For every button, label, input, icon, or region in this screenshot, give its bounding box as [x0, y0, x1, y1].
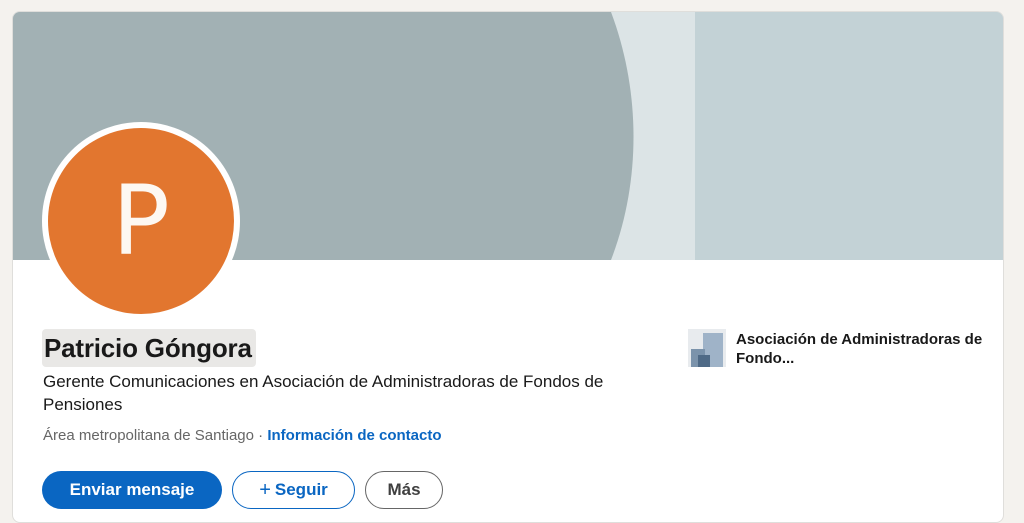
- company-logo-icon: [688, 329, 726, 367]
- more-button[interactable]: Más: [365, 471, 443, 509]
- profile-location: Área metropolitana de Santiago: [43, 427, 254, 444]
- contact-info-link[interactable]: Información de contacto: [267, 427, 441, 444]
- profile-name: Patricio Góngora: [42, 329, 256, 367]
- send-message-button[interactable]: Enviar mensaje: [42, 471, 222, 509]
- plus-icon: +: [259, 479, 271, 501]
- current-company[interactable]: Asociación de Administradoras de Fondo..…: [688, 329, 988, 373]
- profile-card: P Patricio Góngora Gerente Comunicacione…: [12, 11, 1004, 523]
- location-row: Área metropolitana de Santiago · Informa…: [43, 426, 442, 446]
- separator-dot: ·: [253, 427, 268, 444]
- follow-label: Seguir: [274, 480, 328, 499]
- follow-button[interactable]: + Seguir: [232, 471, 355, 509]
- avatar[interactable]: P: [48, 128, 234, 314]
- company-name: Asociación de Administradoras de Fondo..…: [736, 331, 983, 367]
- profile-headline: Gerente Comunicaciones en Asociación de …: [43, 372, 604, 414]
